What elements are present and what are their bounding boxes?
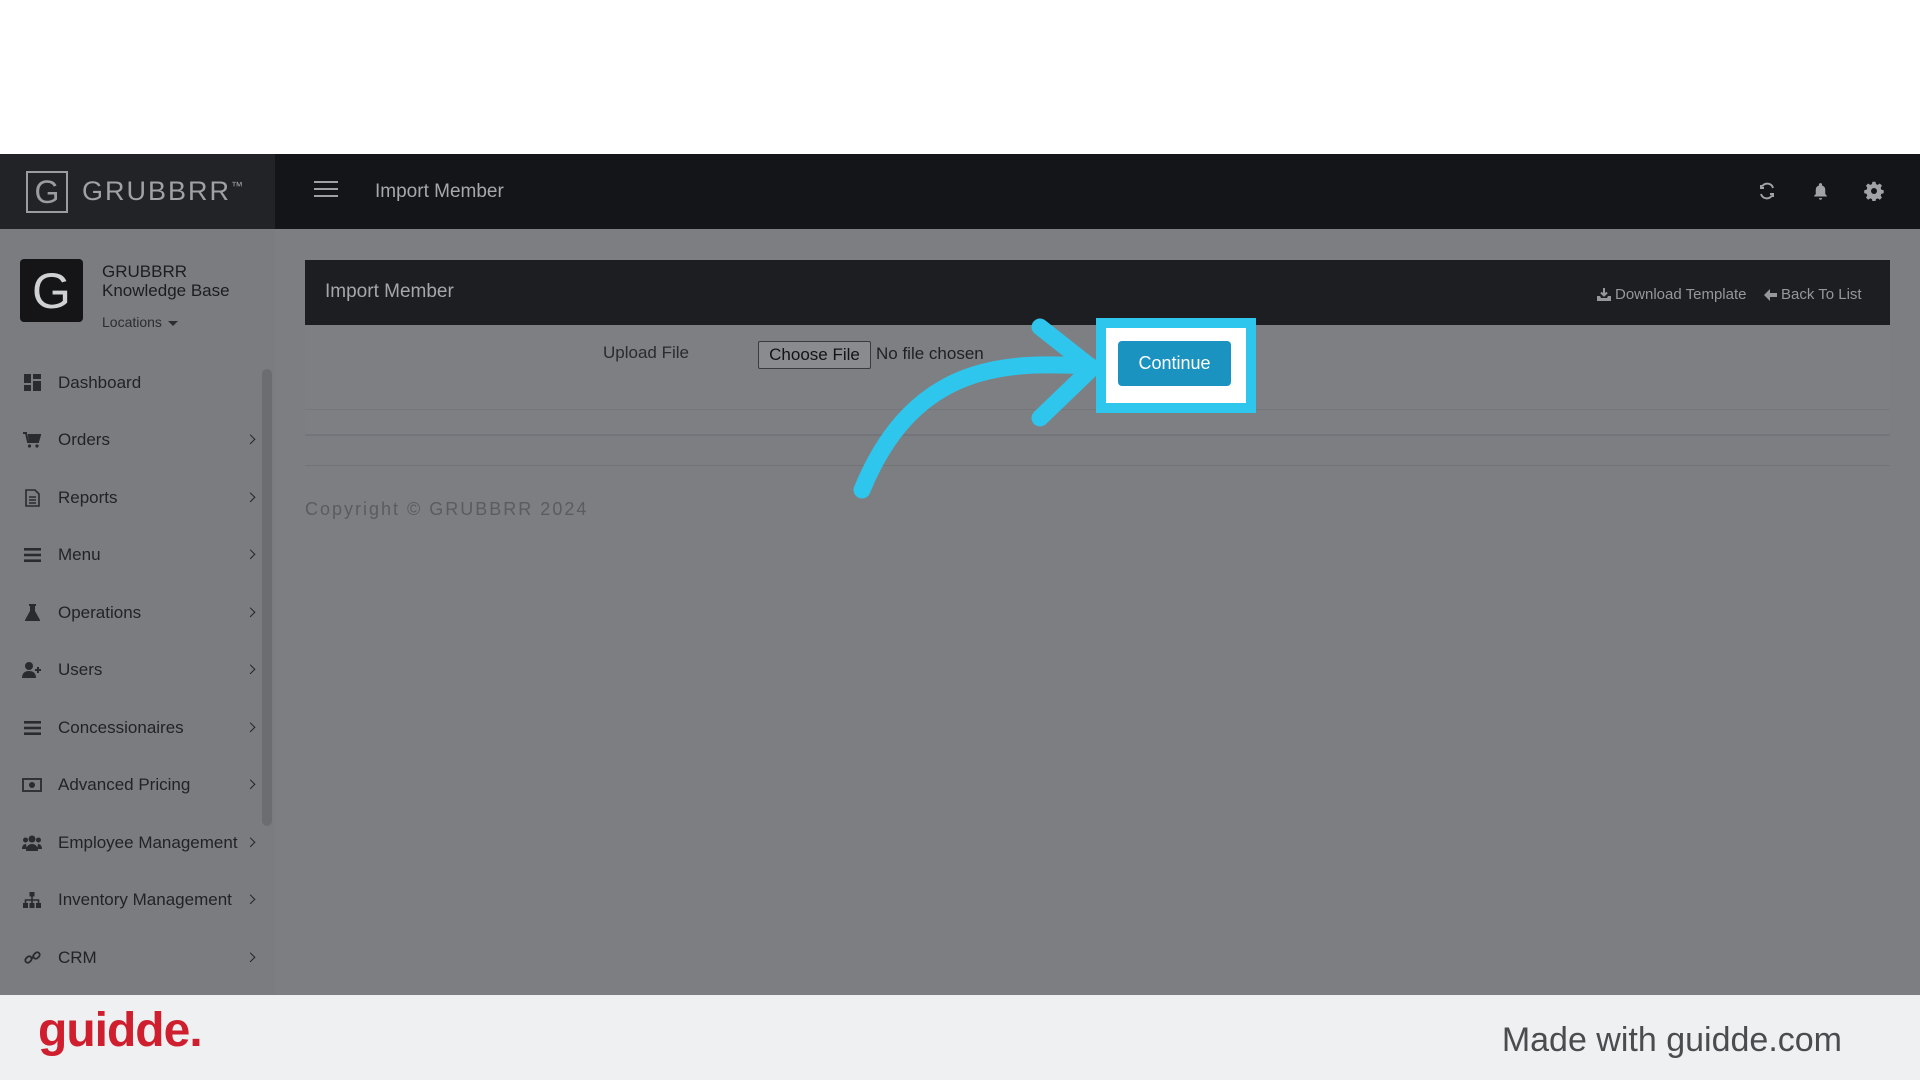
top-bar: Import Member [275, 154, 1920, 229]
panel-header: Import Member Download Template Back To … [305, 260, 1890, 325]
sidebar-item-crm[interactable]: CRM [0, 929, 262, 987]
chevron-right-icon [245, 952, 256, 962]
file-status-text: No file chosen [876, 344, 984, 363]
avatar: G [20, 259, 83, 322]
hamburger-menu-icon[interactable] [314, 181, 338, 199]
divider [305, 465, 1890, 466]
panel-title: Import Member [325, 281, 454, 302]
cart-icon [22, 430, 42, 450]
sidebar-item-label: Concessionaires [58, 717, 184, 737]
brand-trademark: ™ [231, 179, 244, 193]
continue-button[interactable]: Continue [1118, 341, 1231, 386]
upload-file-label: Upload File [603, 343, 689, 362]
sidebar-item-label: Inventory Management [58, 890, 232, 910]
flask-icon [22, 603, 42, 623]
sidebar-item-operations[interactable]: Operations [0, 584, 262, 642]
sidebar-item-concessionaires[interactable]: Concessionaires [0, 699, 262, 757]
choose-file-button[interactable]: Choose File [758, 341, 871, 369]
user-plus-icon [22, 660, 42, 680]
profile-name: GRUBBRR Knowledge Base [102, 262, 230, 300]
caret-down-icon [167, 320, 178, 326]
sidebar-item-orders[interactable]: Orders [0, 412, 262, 470]
sidebar-item-label: Advanced Pricing [58, 775, 191, 795]
download-template-link[interactable]: Download Template [1597, 286, 1746, 303]
users-icon [22, 833, 42, 853]
app-window: G GRUBBRR™ Import Member G GRUBBRR Knowl… [0, 154, 1920, 995]
chevron-right-icon [245, 779, 256, 790]
copyright-text: Copyright © GRUBBRR 2024 [305, 499, 589, 519]
guidde-logo: guidde. [38, 1004, 203, 1057]
sidebar-scrollbar[interactable] [262, 369, 272, 826]
chevron-right-icon [245, 549, 256, 560]
sidebar-item-label: Employee Management [58, 832, 238, 852]
chevron-right-icon [245, 894, 256, 905]
locations-dropdown[interactable]: Locations [102, 314, 178, 330]
sidebar-item-inventory-management[interactable]: Inventory Management [0, 872, 262, 930]
brand-mark: G [26, 170, 68, 213]
page-title: Import Member [375, 181, 504, 202]
bell-icon[interactable] [1808, 179, 1832, 203]
arrow-left-icon [1764, 288, 1777, 301]
sitemap-icon [22, 890, 42, 910]
sidebar-item-label: Dashboard [58, 372, 142, 392]
chevron-right-icon [245, 607, 256, 617]
sidebar-item-employee-management[interactable]: Employee Management [0, 814, 262, 872]
gear-icon[interactable] [1862, 179, 1886, 203]
refresh-icon[interactable] [1755, 179, 1779, 203]
chevron-right-icon [245, 434, 256, 445]
sidebar-item-label: Menu [58, 545, 101, 565]
download-icon [1597, 288, 1611, 301]
sidebar-item-users[interactable]: Users [0, 642, 262, 700]
brand-name: GRUBBRR™ [82, 176, 244, 206]
chevron-right-icon [245, 492, 256, 502]
link-icon [22, 948, 42, 968]
chevron-right-icon [245, 722, 256, 732]
sidebar-item-advanced-pricing[interactable]: Advanced Pricing [0, 757, 262, 815]
sidebar-item-reports[interactable]: Reports [0, 469, 262, 527]
list-icon [22, 718, 42, 738]
sidebar-item-label: CRM [58, 947, 97, 967]
sidebar: G GRUBBRR Knowledge Base Locations Dashb… [0, 229, 275, 995]
sidebar-item-label: Reports [58, 487, 118, 507]
brand-logo[interactable]: G GRUBBRR™ [0, 154, 275, 229]
sidebar-item-label: Operations [58, 602, 142, 622]
back-to-list-link[interactable]: Back To List [1764, 286, 1862, 303]
report-icon [22, 488, 42, 508]
top-whitespace [0, 0, 1920, 154]
list-icon [22, 545, 42, 565]
sidebar-item-label: Users [58, 660, 103, 680]
money-icon [22, 775, 42, 795]
dashboard-icon [22, 373, 42, 393]
guidde-banner: guidde. Made with guidde.com [0, 995, 1920, 1080]
sidebar-item-dashboard[interactable]: Dashboard [0, 354, 262, 412]
chevron-right-icon [245, 664, 256, 675]
sidebar-item-menu[interactable]: Menu [0, 527, 262, 585]
made-with-text: Made with guidde.com [1501, 1021, 1842, 1059]
chevron-right-icon [245, 837, 256, 847]
continue-highlight: Continue [1096, 318, 1256, 413]
sidebar-nav: Dashboard Orders Reports Menu Operations [0, 354, 262, 987]
sidebar-item-label: Orders [58, 430, 110, 450]
